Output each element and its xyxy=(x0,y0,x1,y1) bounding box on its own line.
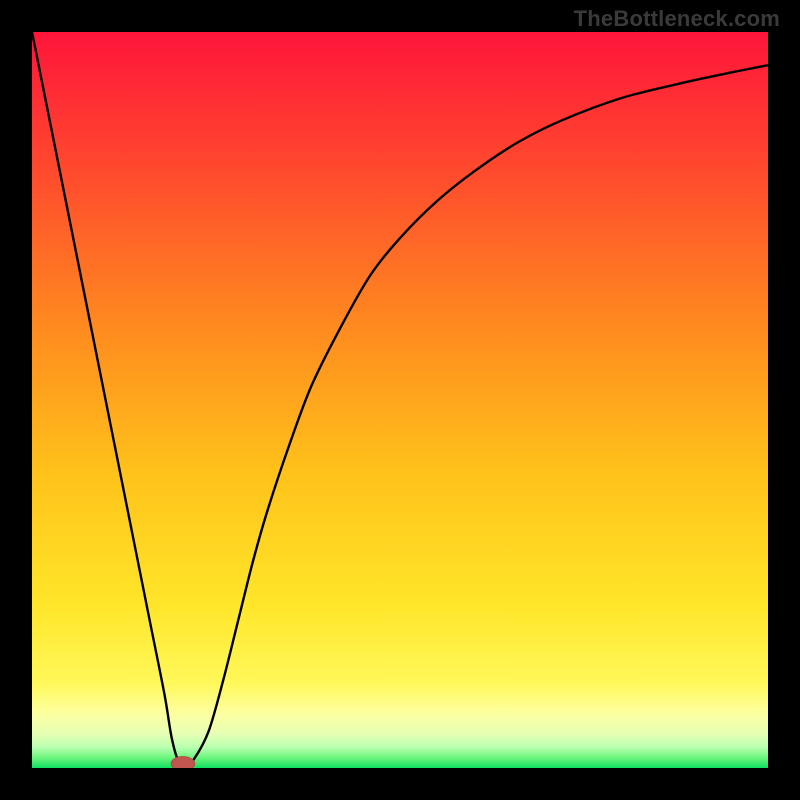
gradient-background xyxy=(32,32,768,768)
chart-svg xyxy=(32,32,768,768)
watermark-text: TheBottleneck.com xyxy=(574,6,780,32)
plot-area xyxy=(32,32,768,768)
minimum-marker xyxy=(171,757,195,768)
chart-frame: TheBottleneck.com xyxy=(0,0,800,800)
